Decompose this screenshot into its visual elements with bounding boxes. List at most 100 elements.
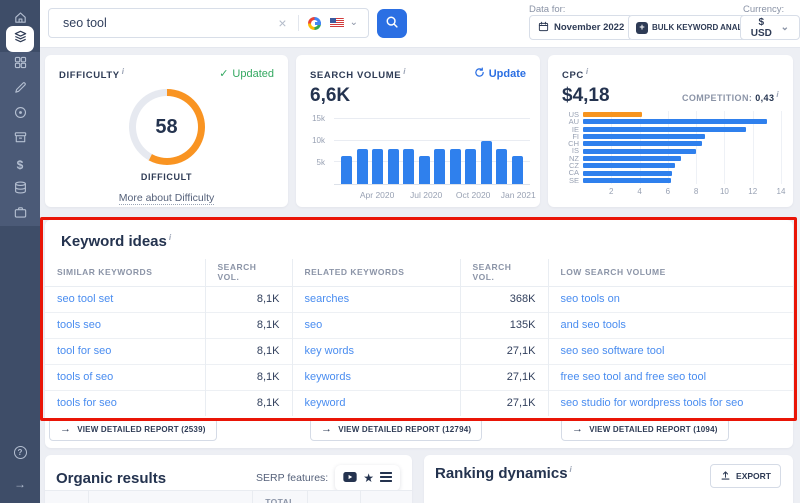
keyword-link[interactable]: tools for seo <box>45 390 205 416</box>
view-detailed-report-low-volume-button[interactable]: → VIEW DETAILED REPORT (1094) <box>561 418 729 441</box>
search-volume-plot <box>334 115 530 185</box>
cpc-chart: USAUIEFICHISNZCZCASE 2468101214 <box>562 111 781 199</box>
star-icon[interactable]: ★ <box>363 472 374 484</box>
cpc-row: SE <box>562 177 781 184</box>
keyword-ideas-title: Keyword ideasi <box>45 220 793 259</box>
x-tick-label: Jan 2021 <box>501 190 536 200</box>
list-icon[interactable] <box>380 469 392 487</box>
column-header[interactable]: SEARCH VOL. <box>460 259 548 286</box>
data-for-label: Data for: <box>529 4 565 15</box>
sidebar-item-database[interactable] <box>0 177 40 202</box>
cpc-row: US <box>562 111 781 118</box>
info-icon[interactable]: i <box>776 90 779 99</box>
more-about-difficulty-link[interactable]: More about Difficulty <box>119 192 215 205</box>
date-picker-button[interactable]: November 2022 <box>529 15 633 40</box>
search-volume-cell: 27,1K <box>460 364 548 390</box>
search-volume-cell: 368K <box>460 286 548 312</box>
pen-icon <box>13 80 28 100</box>
currency-select[interactable]: $ USD ⌄ <box>740 15 800 40</box>
search-volume-x-axis: Apr 2020Jul 2020Oct 2020Jan 2021 <box>334 190 530 201</box>
search-volume-cell: 8,1K <box>205 364 292 390</box>
cpc-row: IE <box>562 126 781 133</box>
search-volume-value: 6,6K <box>296 81 540 107</box>
gridline <box>781 111 782 184</box>
chevron-down-icon: ⌄ <box>779 23 791 33</box>
view-detailed-report-related-button[interactable]: → VIEW DETAILED REPORT (12794) <box>310 418 482 441</box>
info-icon[interactable]: i <box>169 233 171 242</box>
info-icon[interactable]: i <box>403 67 406 76</box>
volume-bar <box>341 156 352 184</box>
ranking-dynamics-card: Ranking dynamicsi EXPORT <box>424 455 793 503</box>
keyword-link[interactable]: searches <box>292 286 460 312</box>
keyword-link[interactable]: tools of seo <box>45 364 205 390</box>
search-volume-bars <box>334 115 530 184</box>
column-header[interactable]: SIMILAR KEYWORDS <box>45 259 205 286</box>
help-icon: ? <box>14 446 27 459</box>
keyword-link[interactable]: tool for seo <box>45 338 205 364</box>
difficulty-value: 58 <box>129 89 205 165</box>
sidebar-item-business[interactable] <box>0 202 40 227</box>
dollar-icon: $ <box>17 159 24 171</box>
sidebar-item-help[interactable]: ? <box>0 440 40 464</box>
keyword-link[interactable]: seo studio for wordpress tools for seo <box>548 390 793 416</box>
sidebar-item-tracking[interactable] <box>0 102 40 127</box>
keyword-link[interactable]: seo <box>292 312 460 338</box>
clear-search-icon[interactable]: × <box>271 16 293 30</box>
difficulty-card: DIFFICULTYi ✓ Updated 58 DIFFICULT More … <box>45 55 288 207</box>
sidebar-item-archive[interactable] <box>0 127 40 152</box>
ranking-dynamics-title: Ranking dynamicsi <box>435 465 572 482</box>
cpc-bar <box>583 171 672 176</box>
serp-features-label: SERP features: <box>256 472 328 484</box>
search-box: × ⌄ <box>48 8 369 38</box>
column-header[interactable]: RELATED KEYWORDS <box>292 259 460 286</box>
sidebar-item-pricing[interactable]: $ <box>0 152 40 177</box>
app-window: $ ? → × ⌄ <box>0 0 800 503</box>
keyword-ideas-card: Keyword ideasi SIMILAR KEYWORDS SEARCH V… <box>45 220 793 448</box>
keyword-link[interactable]: key words <box>292 338 460 364</box>
y-tick-label: 5k <box>317 158 325 167</box>
cpc-bar <box>583 163 675 168</box>
keyword-link[interactable]: keyword <box>292 390 460 416</box>
volume-bar <box>372 149 383 184</box>
view-detailed-report-similar-button[interactable]: → VIEW DETAILED REPORT (2539) <box>49 418 217 441</box>
keyword-link[interactable]: and seo tools <box>548 312 793 338</box>
cpc-row: CZ <box>562 162 781 169</box>
keyword-link[interactable]: seo tools on <box>548 286 793 312</box>
search-volume-cell: 8,1K <box>205 390 292 416</box>
keyword-link[interactable]: free seo tool and free seo tool <box>548 364 793 390</box>
info-icon[interactable]: i <box>586 67 589 76</box>
cpc-card: CPCi $4,18 COMPETITION:0,43i USAUIEFICHI… <box>548 55 793 207</box>
sidebar-item-editor[interactable] <box>0 77 40 102</box>
keyword-link[interactable]: keywords <box>292 364 460 390</box>
search-volume-cell: 27,1K <box>460 390 548 416</box>
search-volume-cell: 8,1K <box>205 286 292 312</box>
info-icon[interactable]: i <box>122 67 125 76</box>
keyword-link[interactable]: tools seo <box>45 312 205 338</box>
chevron-down-icon[interactable]: ⌄ <box>348 18 360 28</box>
video-icon[interactable] <box>343 469 357 487</box>
table-header-row: SIMILAR KEYWORDS SEARCH VOL. RELATED KEY… <box>45 259 793 286</box>
sidebar: $ ? → <box>0 0 40 503</box>
database-icon <box>13 180 28 200</box>
cpc-rows: USAUIEFICHISNZCZCASE <box>562 111 781 184</box>
update-link[interactable]: Update <box>474 67 526 81</box>
export-button[interactable]: EXPORT <box>710 464 781 488</box>
difficulty-gauge: 58 <box>129 89 205 165</box>
info-icon[interactable]: i <box>570 465 572 474</box>
cpc-bar <box>583 112 642 117</box>
search-input[interactable] <box>61 15 271 31</box>
cpc-x-axis: 2468101214 <box>583 187 781 197</box>
volume-bar <box>496 149 507 184</box>
google-engine-icon <box>308 17 321 30</box>
column-header[interactable]: SEARCH VOL. <box>205 259 292 286</box>
column-header[interactable]: LOW SEARCH VOLUME <box>548 259 793 286</box>
keyword-link[interactable]: seo tool set <box>45 286 205 312</box>
x-tick-label: 6 <box>666 187 670 196</box>
search-button[interactable] <box>377 9 407 38</box>
sidebar-item-modules[interactable] <box>0 52 40 77</box>
keyword-link[interactable]: seo seo software tool <box>548 338 793 364</box>
topbar: × ⌄ Data for: November 2022 + BULK KEYWO… <box>40 0 800 48</box>
sidebar-item-keyword-research-active[interactable] <box>6 26 34 52</box>
sidebar-collapse-toggle[interactable]: → <box>0 472 40 496</box>
cpc-row: IS <box>562 147 781 154</box>
